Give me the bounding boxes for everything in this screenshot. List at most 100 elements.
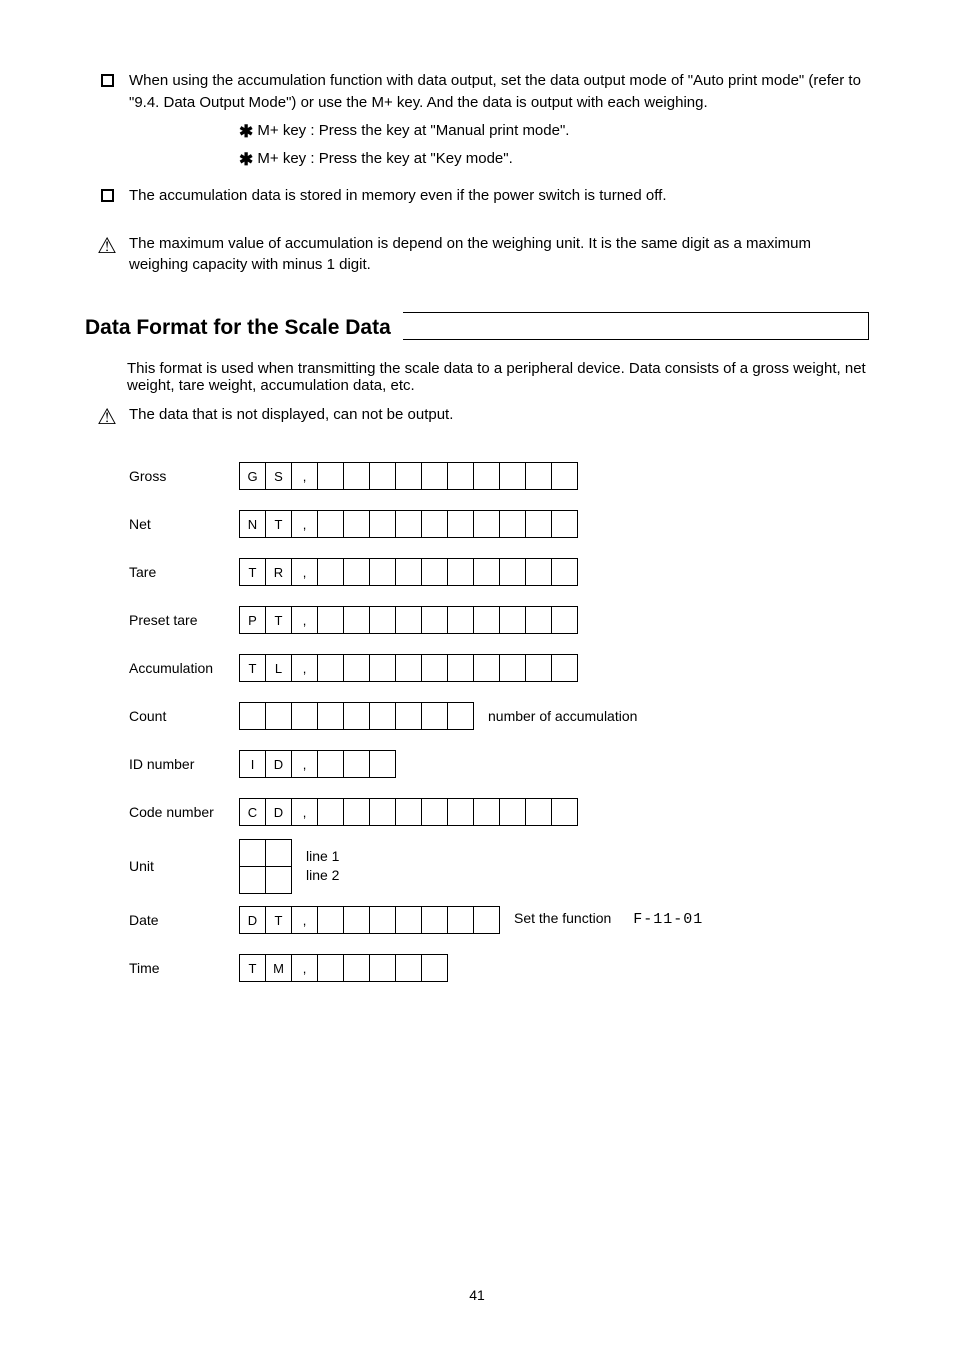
byte-cell <box>499 654 526 682</box>
byte-cell: , <box>291 510 318 538</box>
asterisk-icon: ✱ <box>239 150 253 169</box>
byte-cell <box>239 702 266 730</box>
asterisk-icon: ✱ <box>239 122 253 141</box>
byte-row-after: Set the function F-11-01 <box>514 909 703 930</box>
byte-cell <box>395 462 422 490</box>
byte-cell: T <box>239 954 266 982</box>
note-text: The accumulation data is stored in memor… <box>129 185 869 207</box>
byte-cell <box>447 906 474 934</box>
byte-row: Preset tarePT, <box>129 596 869 644</box>
byte-cell <box>343 750 370 778</box>
byte-row-label: Unit <box>129 858 239 874</box>
byte-cell <box>447 462 474 490</box>
byte-cell <box>499 798 526 826</box>
byte-cell <box>369 750 396 778</box>
byte-cell <box>447 702 474 730</box>
byte-cell <box>265 702 292 730</box>
byte-cell <box>369 558 396 586</box>
byte-cell <box>265 839 292 867</box>
note-text: When using the accumulation function wit… <box>129 70 869 114</box>
byte-cell <box>239 839 266 867</box>
warning-icon: ⚠ <box>97 235 117 257</box>
note-hint: ⚠ The data that is not displayed, can no… <box>85 404 869 428</box>
byte-cell <box>421 702 448 730</box>
byte-cell <box>421 606 448 634</box>
byte-cell <box>421 510 448 538</box>
byte-row: TimeTM, <box>129 944 869 992</box>
byte-cell <box>395 906 422 934</box>
byte-cell <box>343 702 370 730</box>
byte-row-label: Tare <box>129 564 239 580</box>
byte-cell <box>239 866 266 894</box>
byte-cell: D <box>265 750 292 778</box>
byte-cell <box>317 462 344 490</box>
byte-cell <box>317 702 344 730</box>
byte-cell <box>369 462 396 490</box>
byte-cell <box>395 954 422 982</box>
byte-row-label: Preset tare <box>129 612 239 628</box>
byte-cell <box>395 510 422 538</box>
byte-row: DateDT,Set the function F-11-01 <box>129 896 869 944</box>
section-intro: This format is used when transmitting th… <box>127 360 869 394</box>
byte-cell <box>291 702 318 730</box>
byte-cell <box>395 654 422 682</box>
byte-row-label: Gross <box>129 468 239 484</box>
byte-cell <box>369 906 396 934</box>
byte-cell <box>343 954 370 982</box>
byte-cell <box>369 606 396 634</box>
byte-row-after: number of accumulation <box>488 707 637 726</box>
byte-row: Code numberCD, <box>129 788 869 836</box>
byte-cell <box>473 606 500 634</box>
byte-row-label: ID number <box>129 756 239 772</box>
byte-cell <box>317 906 344 934</box>
square-bullet-icon <box>101 189 114 202</box>
byte-cell <box>343 510 370 538</box>
byte-row: Count number of accumulation <box>129 692 869 740</box>
page-number: 41 <box>0 1287 954 1303</box>
byte-cell: L <box>265 654 292 682</box>
byte-cell <box>447 654 474 682</box>
byte-row-label: Net <box>129 516 239 532</box>
byte-cell: , <box>291 954 318 982</box>
byte-cell: T <box>265 606 292 634</box>
byte-cell <box>525 654 552 682</box>
byte-cell: , <box>291 906 318 934</box>
byte-cell: I <box>239 750 266 778</box>
byte-cell <box>421 954 448 982</box>
byte-cell <box>317 798 344 826</box>
byte-cell: , <box>291 606 318 634</box>
byte-cell <box>395 702 422 730</box>
byte-cell <box>447 558 474 586</box>
byte-cell <box>343 606 370 634</box>
byte-cell: N <box>239 510 266 538</box>
byte-cell <box>473 462 500 490</box>
byte-cell <box>473 510 500 538</box>
byte-cell <box>447 798 474 826</box>
byte-row: GrossGS, <box>129 452 869 500</box>
byte-cell <box>317 954 344 982</box>
byte-cell <box>525 606 552 634</box>
byte-cell: R <box>265 558 292 586</box>
byte-cell <box>421 906 448 934</box>
byte-cell <box>369 654 396 682</box>
byte-cell: , <box>291 750 318 778</box>
byte-cell <box>499 558 526 586</box>
section-title: Data Format for the Scale Data <box>85 316 403 340</box>
byte-cell <box>473 558 500 586</box>
byte-cell: G <box>239 462 266 490</box>
byte-cell <box>473 654 500 682</box>
byte-cell <box>343 654 370 682</box>
byte-cell <box>343 798 370 826</box>
square-bullet-icon <box>101 74 114 87</box>
byte-cell <box>369 954 396 982</box>
byte-row-label: Accumulation <box>129 660 239 676</box>
byte-cell <box>421 462 448 490</box>
byte-cell: T <box>239 654 266 682</box>
byte-cell: M <box>265 954 292 982</box>
byte-row-label: Count <box>129 708 239 724</box>
section-rule <box>403 312 869 340</box>
byte-cell <box>343 558 370 586</box>
byte-cell: , <box>291 558 318 586</box>
byte-row-unit: Unitline 1line 2 <box>129 836 869 896</box>
byte-cell <box>551 462 578 490</box>
